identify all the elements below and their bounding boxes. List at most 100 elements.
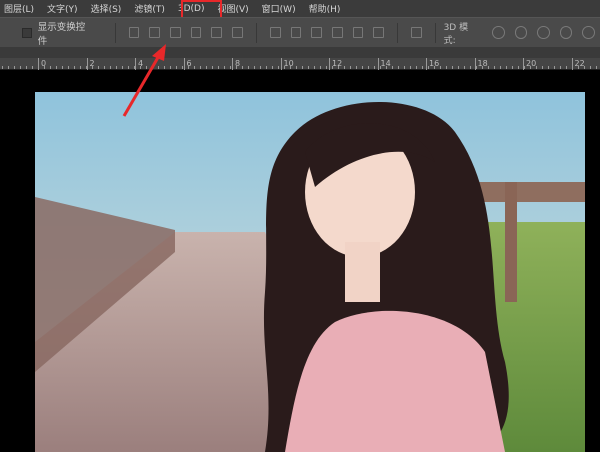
menu-window[interactable]: 窗口(W) — [262, 2, 296, 15]
3d-rotate-icon[interactable] — [491, 26, 505, 39]
ruler-tick — [158, 66, 159, 69]
ruler-tick — [146, 66, 147, 69]
ruler-tick — [350, 66, 351, 69]
ruler-tick — [26, 66, 27, 69]
3d-pan-icon[interactable] — [537, 26, 550, 39]
divider — [114, 22, 116, 43]
ruler-tick — [50, 66, 51, 69]
distribute-left-icon[interactable] — [331, 27, 343, 38]
ruler-tick — [506, 66, 507, 69]
auto-align-icon[interactable] — [410, 27, 422, 38]
ruler-tick — [98, 66, 99, 69]
menu-type[interactable]: 文字(Y) — [47, 2, 78, 15]
ruler-tick — [170, 66, 171, 69]
ruler-tick — [122, 66, 123, 69]
menu-help[interactable]: 帮助(H) — [309, 2, 341, 15]
menu-layer[interactable]: 图层(L) — [4, 2, 34, 15]
ruler-tick — [452, 66, 453, 69]
ruler-tick — [590, 66, 591, 69]
align-left-icon[interactable] — [190, 27, 202, 38]
menu-filter[interactable]: 滤镜(T) — [134, 2, 165, 15]
ruler-tick — [248, 66, 249, 69]
ruler-label: 2 — [86, 58, 95, 70]
3d-scale-icon[interactable] — [582, 26, 595, 39]
ruler-tick — [500, 66, 501, 69]
ruler-label: 10 — [280, 58, 294, 70]
ruler-tick — [518, 66, 519, 69]
3d-slide-icon[interactable] — [559, 26, 573, 39]
ruler-tick — [230, 66, 231, 69]
options-bar: 显示变换控件 3D 模式: — [0, 17, 600, 47]
ruler-tick — [548, 66, 549, 69]
ruler-label: 20 — [523, 58, 536, 70]
ruler-tick — [464, 66, 465, 69]
divider — [255, 22, 257, 43]
ruler-tick — [152, 66, 153, 69]
ruler-tick — [74, 66, 75, 69]
show-transform-label: 显示变换控件 — [37, 21, 86, 47]
ruler-label: 22 — [571, 58, 585, 70]
distribute-right-icon[interactable] — [373, 27, 384, 38]
distribute-hcenter-icon[interactable] — [352, 27, 364, 38]
menu-bar: 图层(L) 文字(Y) 选择(S) 滤镜(T) 3D(D) 视图(V) 窗口(W… — [0, 0, 600, 17]
ruler-tick — [218, 66, 219, 69]
ruler-tick — [542, 66, 543, 69]
ruler-tick — [62, 66, 63, 69]
ruler-tick — [20, 66, 21, 69]
ruler-tick — [494, 66, 495, 69]
ruler-tick — [296, 66, 297, 69]
horizontal-ruler[interactable]: 0 2 4 6 8 10 12 14 16 18 20 22 — [0, 58, 600, 70]
ruler-label: 4 — [135, 58, 143, 70]
ruler-tick — [56, 66, 57, 69]
ruler-tick — [80, 66, 81, 69]
distribute-top-icon[interactable] — [269, 27, 281, 38]
ruler-tick — [410, 66, 411, 69]
menu-view[interactable]: 视图(V) — [217, 2, 248, 15]
ruler-tick — [398, 66, 399, 69]
ruler-tick — [314, 66, 315, 69]
ruler-tick — [554, 66, 555, 69]
ruler-label: 12 — [329, 58, 342, 70]
ruler-tick — [320, 66, 321, 69]
ruler-tick — [560, 66, 561, 69]
ruler-tick — [392, 66, 393, 69]
align-vcenter-icon[interactable] — [149, 27, 161, 38]
ruler-tick — [242, 66, 243, 69]
menu-select[interactable]: 选择(S) — [91, 2, 122, 15]
ruler-label: 0 — [38, 58, 46, 70]
ruler-tick — [254, 66, 255, 69]
ruler-tick — [200, 66, 201, 69]
ruler-tick — [206, 66, 207, 69]
align-right-icon[interactable] — [232, 27, 243, 38]
ruler-tick — [302, 66, 303, 69]
show-transform-checkbox[interactable] — [22, 27, 32, 38]
align-top-icon[interactable] — [128, 27, 140, 38]
canvas-image[interactable] — [35, 92, 585, 452]
3d-roll-icon[interactable] — [514, 26, 528, 39]
ruler-tick — [194, 66, 195, 69]
distribute-bottom-icon[interactable] — [311, 27, 322, 38]
ruler-tick — [68, 66, 69, 69]
ruler-tick — [176, 66, 177, 69]
ruler-tick — [404, 66, 405, 69]
ruler-label: 6 — [183, 58, 192, 70]
ruler-tick — [2, 66, 3, 69]
ruler-tick — [368, 66, 369, 69]
distribute-vcenter-icon[interactable] — [290, 27, 302, 38]
ruler-tick — [212, 66, 213, 69]
ruler-label: 14 — [377, 58, 391, 70]
ruler-tick — [362, 66, 363, 69]
ruler-tick — [308, 66, 309, 69]
align-hcenter-icon[interactable] — [211, 27, 223, 38]
ruler-tick — [374, 66, 375, 69]
ruler-tick — [272, 66, 273, 69]
ruler-tick — [446, 66, 447, 69]
tab-bar — [0, 47, 600, 58]
ruler-tick — [344, 66, 345, 69]
divider — [434, 22, 436, 43]
ruler-tick — [416, 66, 417, 69]
align-bottom-icon[interactable] — [170, 27, 181, 38]
ruler-tick — [8, 66, 9, 69]
ruler-label: 8 — [232, 58, 240, 70]
ruler-tick — [470, 66, 471, 69]
